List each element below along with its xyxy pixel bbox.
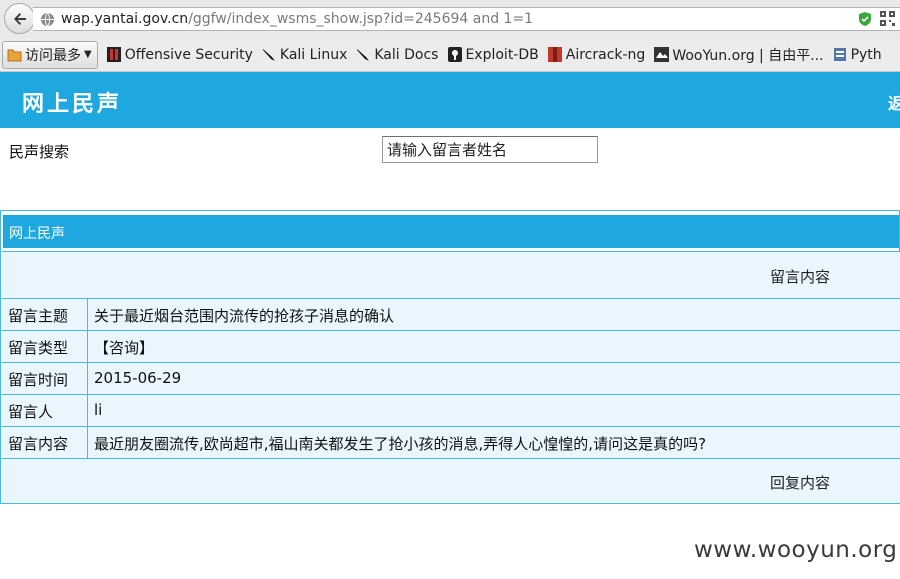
row-key: 留言类型 (8, 339, 69, 357)
globe-icon (40, 12, 55, 27)
bookmark-label: Kali Linux (279, 46, 348, 63)
row-key: 留言内容 (8, 435, 69, 453)
watermark: www.wooyun.org (694, 537, 898, 563)
row-key: 留言时间 (8, 371, 69, 389)
back-link[interactable]: 返 (888, 90, 900, 114)
table-row: 留言人 li (2, 394, 900, 426)
row-value: li (94, 401, 103, 419)
bookmark-label: Kali Docs (374, 46, 439, 63)
bookmark-label: Pyth (850, 46, 882, 63)
site-header: 网上民声 返 (0, 72, 900, 128)
bookmark-offensive-security[interactable]: Offensive Security (107, 47, 253, 63)
row-key: 留言主题 (8, 307, 69, 325)
bookmark-label: Aircrack-ng (565, 46, 646, 63)
bookmarks-toolbar: 访问最多 ▼ Offensive Security Kali Linux Kal… (0, 38, 900, 72)
table-row: 留言内容 最近朋友圈流传,欧尚超市,福山南关都发生了抢小孩的消息,弄得人心惶惶的… (2, 426, 900, 458)
python-doc-icon (833, 47, 848, 62)
table-row: 留言类型 【咨询】 (2, 330, 900, 362)
qr-code-icon[interactable] (880, 11, 895, 31)
row-key: 留言人 (8, 403, 54, 421)
url-bar[interactable]: wap.yantai.gov.cn/ggfw/index_wsms_show.j… (33, 7, 900, 31)
bookmark-python[interactable]: Pyth (833, 47, 882, 63)
browser-toolbar: wap.yantai.gov.cn/ggfw/index_wsms_show.j… (0, 0, 900, 38)
bookmark-kali-linux[interactable]: Kali Linux (262, 47, 347, 63)
kali-dragon-icon (262, 47, 277, 62)
table-row: 留言时间 2015-06-29 (2, 362, 900, 394)
folder-icon (7, 47, 22, 62)
panel-header: 网上民声 (3, 215, 899, 248)
offsec-icon (107, 47, 122, 62)
row-value: 2015-06-29 (94, 369, 182, 387)
content-header-row: 留言内容 (2, 251, 900, 298)
search-label: 民声搜索 (9, 143, 70, 161)
message-panel: 网上民声 留言内容 留言主题 关于最近烟台范围内流传的抢孩子消息的确认 留言类型… (0, 210, 900, 504)
aircrack-icon (548, 47, 563, 62)
chevron-down-icon: ▼ (84, 49, 92, 60)
exploit-db-icon (447, 47, 462, 62)
bookmark-exploit-db[interactable]: Exploit-DB (447, 46, 539, 63)
bookmark-aircrack-ng[interactable]: Aircrack-ng (548, 46, 646, 63)
table-row: 留言主题 关于最近烟台范围内流传的抢孩子消息的确认 (2, 298, 900, 330)
bookmark-wooyun[interactable]: WooYun.org | 自由平... (654, 45, 824, 65)
reply-header: 回复内容 (770, 474, 831, 492)
bookmark-label: WooYun.org | 自由平... (672, 47, 824, 64)
content-header: 留言内容 (770, 268, 831, 286)
panel-title: 网上民声 (9, 226, 65, 242)
kali-dragon-icon (356, 47, 371, 62)
most-visited-button[interactable]: 访问最多 ▼ (2, 40, 98, 69)
url-domain: wap.yantai.gov.cn (61, 11, 189, 27)
wooyun-icon (654, 47, 670, 62)
url-path: /ggfw/index_wsms_show.jsp?id=245694 and … (188, 11, 534, 27)
reply-header-row: 回复内容 (2, 458, 900, 503)
back-button[interactable] (4, 3, 35, 34)
back-arrow-icon (13, 12, 26, 25)
shield-icon[interactable] (858, 11, 872, 31)
most-visited-label: 访问最多 (25, 47, 81, 64)
row-value: 关于最近烟台范围内流传的抢孩子消息的确认 (94, 307, 395, 325)
row-value: 【咨询】 (94, 339, 155, 357)
page-title: 网上民声 (22, 92, 123, 117)
bookmark-label: Exploit-DB (465, 46, 539, 63)
bookmark-kali-docs[interactable]: Kali Docs (356, 47, 438, 63)
search-input[interactable] (382, 136, 598, 163)
bookmark-label: Offensive Security (124, 46, 253, 63)
row-value: 最近朋友圈流传,欧尚超市,福山南关都发生了抢小孩的消息,弄得人心惶惶的,请问这是… (94, 435, 707, 453)
